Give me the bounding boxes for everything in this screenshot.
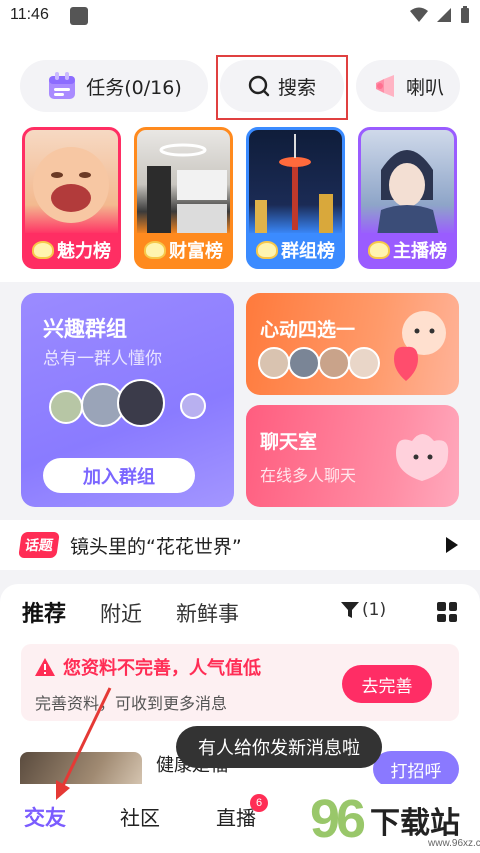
warning-subtitle: 完善资料，可收到更多消息 bbox=[35, 694, 228, 713]
profile-warning-box: 您资料不完善，人气值低 完善资料，可收到更多消息 去完善 bbox=[21, 644, 459, 721]
rank-badge-icon bbox=[256, 240, 278, 259]
avatar bbox=[117, 379, 165, 427]
cartoon-heart-icon bbox=[394, 311, 446, 381]
tab-recommend[interactable]: 推荐 bbox=[22, 596, 66, 628]
topic-text: 镜头里的“花花世界” bbox=[70, 535, 242, 558]
interest-group-card[interactable]: 兴趣群组 总有一群人懂你 加入群组 bbox=[21, 293, 234, 507]
warning-title: 您资料不完善，人气值低 bbox=[35, 654, 261, 680]
tower-photo-icon bbox=[255, 134, 333, 236]
rank-badge-icon bbox=[368, 240, 390, 259]
live-badge: 6 bbox=[250, 794, 268, 812]
watermark-text: 下载站 bbox=[370, 806, 460, 841]
rank-card-host[interactable]: 主播榜 bbox=[358, 127, 457, 269]
chat-room-card[interactable]: 聊天室 在线多人聊天 bbox=[246, 405, 459, 507]
rank-card-group[interactable]: 群组榜 bbox=[246, 127, 345, 269]
search-highlight-box bbox=[216, 55, 348, 120]
rank-badge-icon bbox=[144, 240, 166, 259]
wifi-icon bbox=[410, 7, 428, 22]
calendar-icon bbox=[49, 72, 76, 99]
group-subtitle: 总有一群人懂你 bbox=[43, 349, 162, 369]
rank-card-wealth[interactable]: 财富榜 bbox=[134, 127, 233, 269]
filter-icon bbox=[341, 602, 359, 618]
warning-icon bbox=[35, 658, 55, 676]
kitchen-photo-icon bbox=[147, 143, 227, 236]
rank-label-host: 主播榜 bbox=[361, 233, 454, 266]
anime-photo-icon bbox=[377, 150, 439, 236]
grid-view-icon[interactable] bbox=[437, 602, 457, 622]
horn-button[interactable]: 喇叭 bbox=[356, 60, 460, 112]
avatar bbox=[288, 347, 320, 379]
join-group-button[interactable]: 加入群组 bbox=[43, 458, 195, 493]
avatar bbox=[49, 390, 83, 424]
filter-count: (1) bbox=[362, 600, 387, 620]
watermark-logo: 96 bbox=[310, 789, 366, 849]
horn-label: 喇叭 bbox=[405, 76, 444, 99]
nav-item-community[interactable]: 社区 bbox=[120, 802, 160, 831]
rank-card-charm[interactable]: 魅力榜 bbox=[22, 127, 121, 269]
avatar bbox=[348, 347, 380, 379]
new-message-toast: 有人给你发新消息啦 bbox=[176, 726, 382, 768]
topic-tag: 话题 bbox=[18, 532, 60, 558]
nav-item-live[interactable]: 直播 6 bbox=[216, 794, 268, 831]
complete-profile-button[interactable]: 去完善 bbox=[342, 665, 432, 703]
status-time: 11:46 bbox=[10, 6, 49, 23]
rank-text: 群组榜 bbox=[281, 240, 335, 262]
warning-title-text: 您资料不完善，人气值低 bbox=[63, 658, 261, 679]
play-arrow-icon[interactable] bbox=[446, 537, 458, 553]
watermark-url: www.96xz.com bbox=[428, 838, 480, 849]
signal-icon bbox=[437, 8, 451, 22]
rank-text: 财富榜 bbox=[169, 240, 223, 262]
feed-tabs: 推荐 附近 新鲜事 bbox=[22, 596, 239, 628]
nav-item-friends[interactable]: 交友 bbox=[24, 802, 66, 832]
greet-button[interactable]: 打招呼 bbox=[373, 751, 459, 787]
battery-icon bbox=[461, 6, 469, 23]
tab-nearby[interactable]: 附近 bbox=[100, 598, 142, 628]
task-button[interactable]: 任务(0/16) bbox=[20, 60, 208, 112]
baby-photo-icon bbox=[33, 147, 109, 223]
avatar bbox=[318, 347, 350, 379]
cloud-heart-icon bbox=[396, 434, 449, 481]
rank-badge-icon bbox=[32, 240, 54, 259]
avatar bbox=[258, 347, 290, 379]
chat-card-title: 聊天室 bbox=[260, 431, 318, 453]
rank-label-wealth: 财富榜 bbox=[137, 233, 230, 266]
topic-banner[interactable]: 话题 镜头里的“花花世界” bbox=[0, 520, 480, 570]
rank-label-group: 群组榜 bbox=[249, 233, 342, 266]
nav-live-label: 直播 bbox=[216, 806, 256, 830]
rank-text: 主播榜 bbox=[393, 240, 447, 262]
rank-text: 魅力榜 bbox=[57, 240, 111, 262]
heart-pick-card[interactable]: 心动四选一 bbox=[246, 293, 459, 395]
avatar bbox=[180, 393, 206, 419]
tab-fresh[interactable]: 新鲜事 bbox=[176, 598, 239, 628]
app-notification-icon bbox=[70, 7, 88, 25]
heart-card-title: 心动四选一 bbox=[260, 319, 356, 341]
status-bar: 11:46 bbox=[0, 0, 480, 32]
task-label: 任务(0/16) bbox=[86, 76, 182, 99]
chat-card-subtitle: 在线多人聊天 bbox=[260, 466, 357, 485]
rank-label-charm: 魅力榜 bbox=[25, 233, 118, 266]
filter-button[interactable]: (1) bbox=[340, 600, 386, 620]
group-title: 兴趣群组 bbox=[43, 317, 127, 341]
horn-icon bbox=[375, 75, 394, 97]
status-icons bbox=[410, 6, 470, 24]
